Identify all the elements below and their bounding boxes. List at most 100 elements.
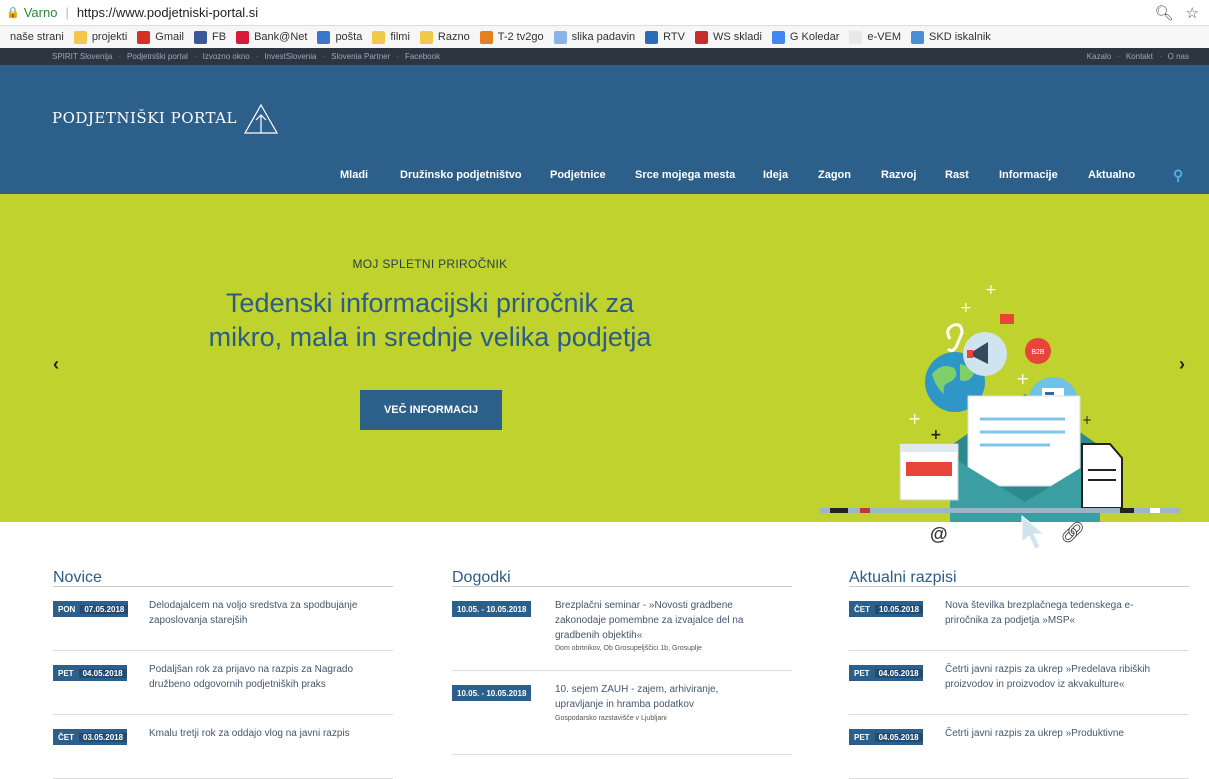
bookmark-item[interactable]: Razno [419,30,470,44]
secure-label: Varno [23,5,58,20]
at-icon: @ [930,524,948,544]
star-icon[interactable]: ☆ [1186,4,1199,22]
nav-zagon[interactable]: Zagon [818,169,851,181]
nav-rast[interactable]: Rast [945,169,969,181]
bookmark-icon [372,30,386,44]
bookmark-item[interactable]: G Koledar [771,30,840,44]
carousel-prev-arrow[interactable]: ‹ [53,354,59,375]
bookmark-item[interactable]: filmi [372,30,410,44]
bookmark-label: slika padavin [571,31,636,43]
bookmark-item[interactable]: Bank@Net [236,30,308,44]
chat-icon [1000,314,1014,324]
top-link[interactable]: Kazalo [1087,52,1111,61]
bookmark-label: FB [212,31,227,43]
bookmarks-bar: naše strani projekti Gmail FB Bank@Net pošta f… [0,26,1209,48]
top-link[interactable]: Slovenia Partner [331,52,390,61]
separator: · [118,52,121,61]
link-icon: 🔗︎ [1060,522,1086,544]
separator: · [396,52,399,61]
top-link[interactable]: Kontakt [1126,52,1153,61]
bookmark-item[interactable]: T-2 tv2go [479,30,544,44]
separator: · [1117,52,1120,61]
bookmark-icon [553,30,567,44]
bookmark-icon [849,30,863,44]
separator: · [255,52,259,61]
top-link[interactable]: InvestSlovenia [264,52,316,61]
bookmark-item[interactable]: e-VEM [849,30,901,44]
list-item[interactable]: 10.05. - 10.05.2018 10. sejem ZAUH - zaj… [452,671,792,755]
bookmark-item[interactable]: WS skladi [694,30,762,44]
date-badge: PET 04.05.2018 [849,729,923,745]
nav-ideja[interactable]: Ideja [763,169,788,181]
bookmark-label: naše strani [10,31,64,43]
top-link[interactable]: Izvozno okno [203,52,250,61]
site-header: PODJETNIŠKI PORTAL Mladi Družinsko podje… [0,65,1209,194]
zoom-icon[interactable]: 🔍︎ [1155,4,1174,22]
calls-title: Aktualni razpisi [849,553,1189,587]
hero-headline: Tedenski informacijski priročnik za mikr… [0,286,860,354]
calls-column: Aktualni razpisi ČET 10.05.2018 Nova štev… [849,553,1189,779]
lock-icon: 🔒 [6,7,20,19]
bookmark-label: Gmail [155,31,185,43]
bookmark-item[interactable]: RTV [645,30,685,44]
bookmark-item[interactable]: FB [194,30,227,44]
bookmark-label: Razno [437,31,470,43]
nav-aktualno[interactable]: Aktualno [1088,169,1135,181]
bookmark-item[interactable]: SKD iskalnik [911,30,991,44]
nav-druzinsko-podjetnistvo[interactable]: Družinsko podjetništvo [400,169,522,181]
bookmark-item[interactable]: pošta [317,30,362,44]
main-nav: Mladi Družinsko podjetništvo Podjetnice … [0,167,1209,189]
news-column: Novice PON 07.05.2018 Delodajalcem na vol… [53,553,393,779]
separator: · [1158,52,1162,61]
bookmark-icon [645,30,659,44]
bookmark-label: filmi [390,31,410,43]
bookmark-label: projekti [91,31,128,43]
date-badge: PET 04.05.2018 [849,665,923,681]
list-item[interactable]: ČET 10.05.2018 Nova številka brezplačnega… [849,587,1189,651]
events-column: Dogodki 10.05. - 10.05.2018 Brezplačni s… [452,553,792,755]
separator: · [322,52,326,61]
list-item[interactable]: PON 07.05.2018 Delodajalcem na voljo sred… [53,587,393,651]
list-item[interactable]: PET 04.05.2018 Četrti javni razpis za ukr… [849,651,1189,715]
top-link[interactable]: Podjetniški portal [127,52,188,61]
logo-triangle-icon [243,103,279,134]
nav-informacije[interactable]: Informacije [999,169,1058,181]
hero-banner: ‹ › MOJ SPLETNI PRIROČNIK Tedenski infor… [0,194,1209,522]
top-link[interactable]: O nas [1168,52,1189,61]
date-badge: PET 04.05.2018 [53,665,127,681]
more-info-button[interactable]: VEČ INFORMACIJ [360,390,502,430]
bookmark-icon [236,30,250,44]
list-item[interactable]: ČET 03.05.2018 Kmalu tretji rok za oddajo… [53,715,393,779]
nav-podjetnice[interactable]: Podjetnice [550,169,606,181]
top-link[interactable]: Facebook [405,52,440,61]
top-links-strip: SPIRIT Slovenija · Podjetniški portal · Izvo… [0,48,1209,65]
nav-srce-mojega-mesta[interactable]: Srce mojega mesta [635,169,735,181]
events-title: Dogodki [452,553,792,587]
bookmark-label: Bank@Net [254,31,308,43]
list-item[interactable]: PET 04.05.2018 Četrti javni razpis za ukr… [849,715,1189,779]
bookmark-icon [419,30,433,44]
bookmark-item[interactable]: Gmail [137,30,185,44]
bookmark-item[interactable]: slika padavin [553,30,636,44]
search-icon[interactable]: ⚲ [1173,167,1183,184]
date-badge: ČET 03.05.2018 [53,729,128,745]
bookmark-icon [194,30,208,44]
address-bar[interactable]: 🔒 Varno | https://www.podjetniski-portal… [0,0,1209,26]
bookmark-label: SKD iskalnik [929,31,991,43]
list-item[interactable]: PET 04.05.2018 Podaljšan rok za prijavo n… [53,651,393,715]
bookmark-label: G Koledar [789,31,840,43]
site-logo[interactable]: PODJETNIŠKI PORTAL [52,109,237,127]
nav-razvoj[interactable]: Razvoj [881,169,916,181]
bookmark-item[interactable]: projekti [73,30,128,44]
date-badge: PON 07.05.2018 [53,601,129,617]
marketing-illustration: B2B + + + + + + [820,282,1180,522]
bookmark-icon [771,30,785,44]
url-text[interactable]: https://www.podjetniski-portal.si [77,5,258,20]
list-item[interactable]: 10.05. - 10.05.2018 Brezplačni seminar -… [452,587,792,671]
bookmark-item[interactable]: naše strani [10,31,64,43]
svg-text:+: + [960,300,972,316]
svg-text:+: + [985,282,997,298]
bookmark-label: RTV [663,31,685,43]
nav-mladi[interactable]: Mladi [340,169,368,181]
top-link[interactable]: SPIRIT Slovenija [52,52,112,61]
